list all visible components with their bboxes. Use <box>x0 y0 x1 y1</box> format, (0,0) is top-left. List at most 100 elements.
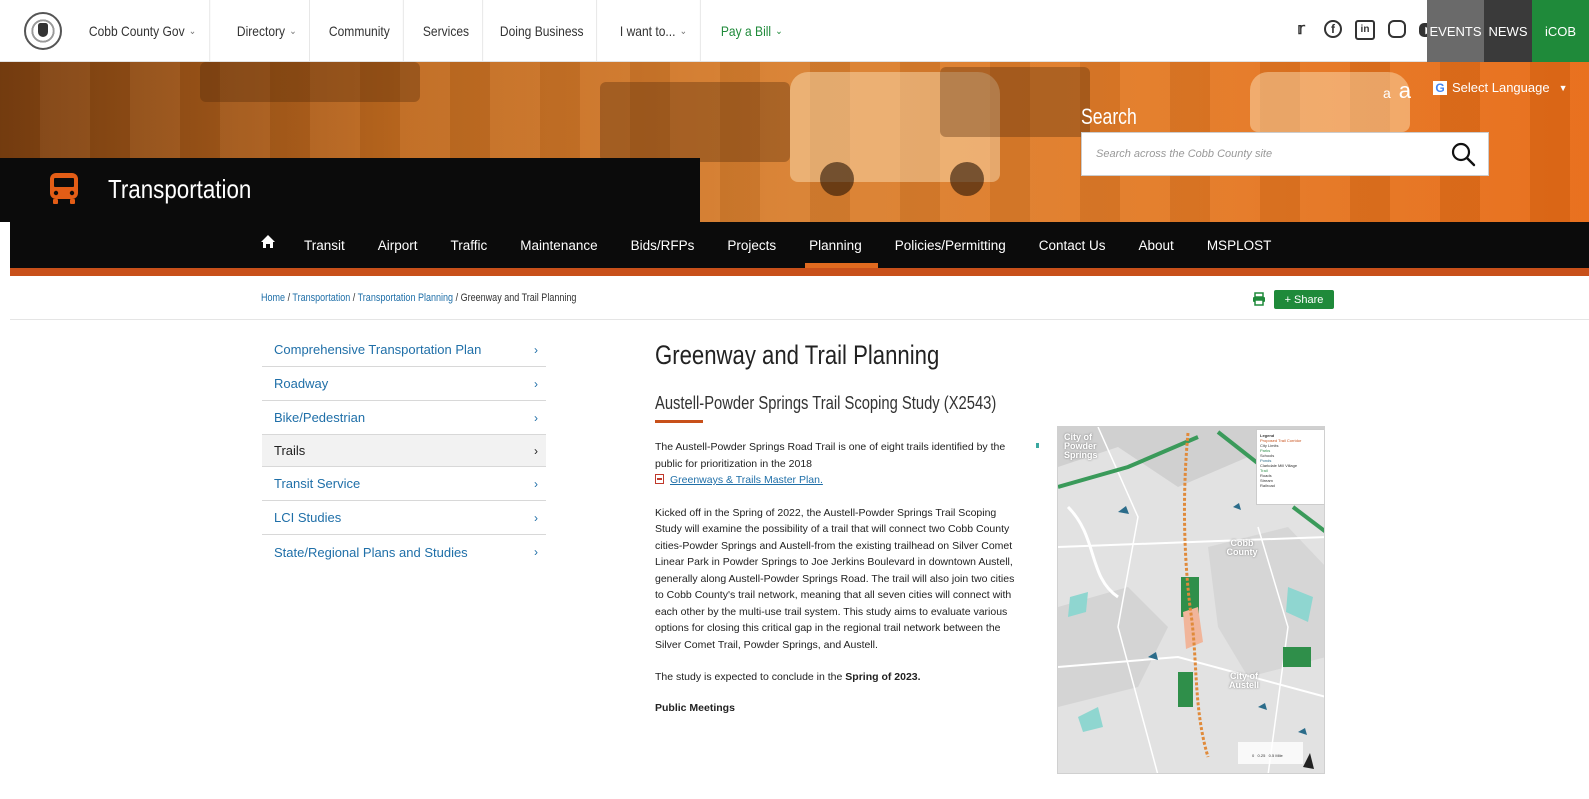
topnav-i-want-to[interactable]: I want to... ⌄ <box>607 0 701 62</box>
chevron-right-icon: › <box>534 376 538 391</box>
nav-label: Transit <box>304 237 345 253</box>
nav-label: Maintenance <box>520 237 598 253</box>
top-navigation: Cobb County Gov ⌄ Directory ⌄ Community Se… <box>76 0 802 62</box>
sidenav-label: Roadway <box>274 376 329 391</box>
twitter-icon[interactable]: 𝕣 <box>1291 20 1311 40</box>
conclusion-paragraph: The study is expected to conclude in the… <box>655 669 1025 686</box>
nav-planning[interactable]: Planning <box>805 222 878 268</box>
print-icon[interactable] <box>1252 292 1266 306</box>
search-label: Search <box>1081 104 1137 129</box>
search-input[interactable] <box>1082 133 1422 175</box>
topnav-directory[interactable]: Directory ⌄ <box>224 0 311 62</box>
topnav-label: Doing Business <box>499 23 584 39</box>
nav-contact-us[interactable]: Contact Us <box>1039 222 1106 268</box>
nav-label: Traffic <box>450 237 488 253</box>
nav-policies-permitting[interactable]: Policies/Permitting <box>895 222 1006 268</box>
nav-label: MSPLOST <box>1206 237 1272 253</box>
home-icon[interactable] <box>260 234 276 250</box>
nav-transit[interactable]: Transit <box>304 222 345 268</box>
sidenav-label: Bike/Pedestrian <box>274 410 366 425</box>
map-scale-bar: 0 0.25 0.5 Mile <box>1252 753 1283 758</box>
cobb-county-seal-logo[interactable] <box>24 12 62 50</box>
trail-study-map[interactable]: City of Powder Springs Cobb County City … <box>1057 426 1325 774</box>
nav-accent-strip <box>10 268 1589 276</box>
news-tab[interactable]: NEWS <box>1484 0 1532 62</box>
icob-tab[interactable]: iCOB <box>1532 0 1589 62</box>
sidenav-label: LCI Studies <box>274 510 342 525</box>
chevron-right-icon: › <box>534 443 538 458</box>
language-selector[interactable]: G Select Language ▼ <box>1433 80 1568 95</box>
conclusion-date: Spring of 2023. <box>845 671 921 683</box>
department-title-band <box>0 158 700 222</box>
map-legend: Legend Proposed Trail Corridor City Limi… <box>1256 429 1324 505</box>
topnav-cobb-county-gov[interactable]: Cobb County Gov ⌄ <box>76 0 210 62</box>
breadcrumb-transportation[interactable]: Transportation <box>292 292 350 304</box>
breadcrumb-separator: / <box>350 292 358 304</box>
sidenav-bike-pedestrian[interactable]: Bike/Pedestrian › <box>262 401 546 435</box>
public-meetings-heading: Public Meetings <box>655 701 735 714</box>
sidenav-trails[interactable]: Trails › <box>262 435 546 467</box>
topnav-label: Pay a Bill <box>720 23 771 39</box>
share-label: + Share <box>1284 293 1324 306</box>
instagram-icon[interactable] <box>1388 20 1406 38</box>
chevron-right-icon: › <box>534 410 538 425</box>
social-links: 𝕣 f in ▶ <box>1291 20 1439 40</box>
hero-banner: Transportation aa G Select Language ▼ Se… <box>0 62 1589 222</box>
sidenav-state-regional-plans[interactable]: State/Regional Plans and Studies › <box>262 535 546 569</box>
topnav-services[interactable]: Services <box>410 0 483 62</box>
nav-label: Contact Us <box>1038 237 1106 253</box>
nav-msplost[interactable]: MSPLOST <box>1207 222 1272 268</box>
sidenav-transit-service[interactable]: Transit Service › <box>262 467 546 501</box>
chevron-down-icon: ⌄ <box>289 25 297 37</box>
sidenav-roadway[interactable]: Roadway › <box>262 367 546 401</box>
chevron-right-icon: › <box>534 510 538 525</box>
font-large-button[interactable]: a <box>1399 78 1411 103</box>
nav-maintenance[interactable]: Maintenance <box>520 222 597 268</box>
nav-projects[interactable]: Projects <box>727 222 776 268</box>
breadcrumb-home[interactable]: Home <box>261 292 285 304</box>
language-label: Select Language <box>1452 80 1550 95</box>
topnav-label: Services <box>422 23 469 39</box>
nav-label: Airport <box>377 237 418 253</box>
nav-label: About <box>1138 237 1174 253</box>
breadcrumb: Home / Transportation / Transportation P… <box>261 292 576 304</box>
nav-about[interactable]: About <box>1139 222 1174 268</box>
sidenav-comprehensive-transportation-plan[interactable]: Comprehensive Transportation Plan › <box>262 333 546 367</box>
master-plan-link[interactable]: Greenways & Trails Master Plan. <box>670 474 823 486</box>
topnav-pay-a-bill[interactable]: Pay a Bill ⌄ <box>708 0 796 62</box>
sidenav-label: Trails <box>274 443 306 458</box>
share-button[interactable]: + Share <box>1274 290 1334 309</box>
icob-tab-label: iCOB <box>1544 23 1577 39</box>
hero-truck-shape <box>940 67 1090 137</box>
map-label-cobb-county: Cobb County <box>1226 538 1258 557</box>
bus-icon <box>50 173 78 204</box>
chevron-right-icon: › <box>534 476 538 491</box>
sidenav-lci-studies[interactable]: LCI Studies › <box>262 501 546 535</box>
events-tab[interactable]: EVENTS <box>1427 0 1484 62</box>
hero-truck-shape <box>200 62 420 102</box>
nav-airport[interactable]: Airport <box>378 222 418 268</box>
map-label-powder-springs: City of Powder Springs <box>1064 432 1098 460</box>
search-icon[interactable] <box>1450 141 1476 167</box>
font-small-button[interactable]: a <box>1383 85 1391 101</box>
hero-truck-shape <box>600 82 790 162</box>
legend-item: Railroad <box>1260 483 1275 488</box>
facebook-icon[interactable]: f <box>1324 20 1342 38</box>
nav-traffic[interactable]: Traffic <box>451 222 488 268</box>
section-title-underline <box>655 420 703 423</box>
department-title: Transportation <box>108 174 252 204</box>
map-margin-marker <box>1036 443 1039 448</box>
topnav-doing-business[interactable]: Doing Business <box>487 0 597 62</box>
chevron-down-icon: ⌄ <box>188 25 197 37</box>
pdf-icon <box>655 474 664 484</box>
topnav-community[interactable]: Community <box>316 0 404 62</box>
breadcrumb-current: Greenway and Trail Planning <box>460 292 577 304</box>
hero-wheel-shape <box>820 162 854 196</box>
conclusion-text: The study is expected to conclude in the <box>655 671 846 683</box>
nav-label: Projects <box>727 237 777 253</box>
main-content: Greenway and Trail Planning Austell-Powd… <box>655 340 1025 714</box>
nav-bids-rfps[interactable]: Bids/RFPs <box>631 222 695 268</box>
breadcrumb-transportation-planning[interactable]: Transportation Planning <box>358 292 453 304</box>
linkedin-icon[interactable]: in <box>1355 20 1375 40</box>
side-navigation: Comprehensive Transportation Plan › Roadw… <box>262 333 546 569</box>
